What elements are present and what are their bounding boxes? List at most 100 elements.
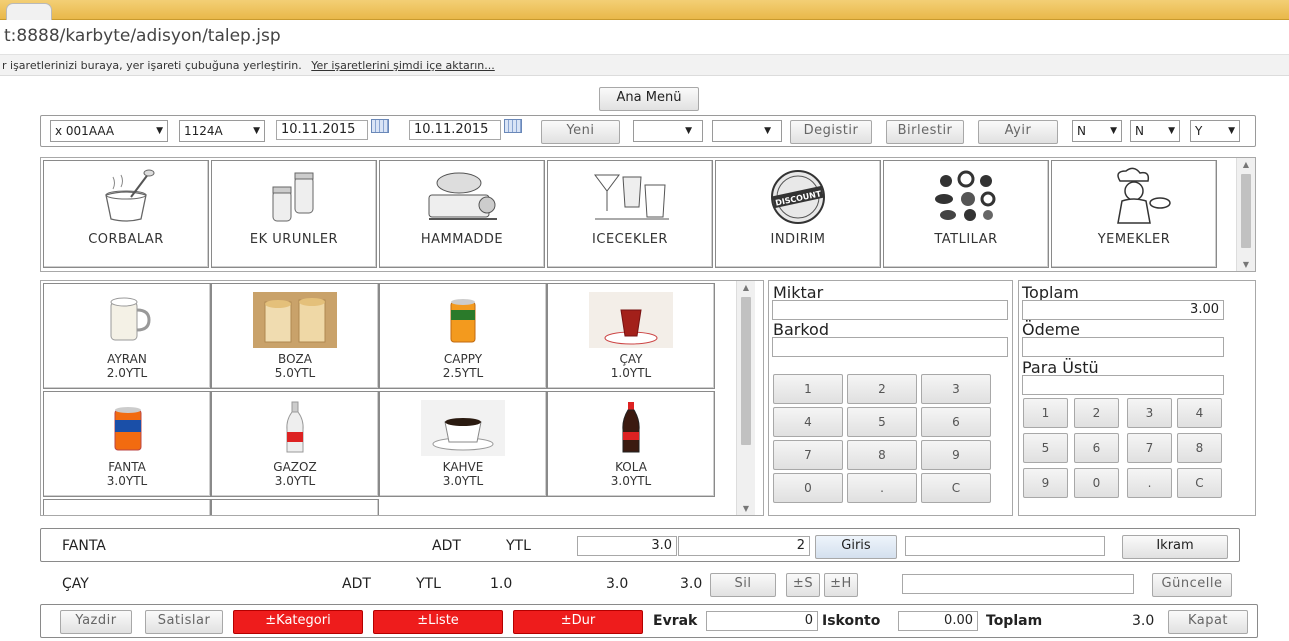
keypad-key-dot[interactable]: . bbox=[847, 473, 917, 503]
keypad-key-6[interactable]: 6 bbox=[921, 407, 991, 437]
keypad-key-1[interactable]: 1 bbox=[773, 374, 843, 404]
stop-toggle-button[interactable]: ±Dur bbox=[513, 610, 643, 634]
product-tile[interactable]: KOLA 3.0YTL bbox=[547, 391, 715, 497]
scroll-down-icon[interactable]: ▼ bbox=[737, 504, 755, 513]
order-note-input[interactable] bbox=[902, 574, 1134, 594]
product-tile[interactable]: AYRAN 2.0YTL bbox=[43, 283, 211, 389]
product-name: BOZA bbox=[278, 352, 312, 366]
juice-can-icon bbox=[450, 299, 476, 343]
product-tile[interactable]: BOZA 5.0YTL bbox=[211, 283, 379, 389]
option-select-b[interactable]: ▼ bbox=[712, 120, 782, 142]
category-toggle-button[interactable]: ±Kategori bbox=[233, 610, 363, 634]
merge-button[interactable]: Birlestir bbox=[886, 120, 964, 144]
entry-note-input[interactable] bbox=[905, 536, 1105, 556]
keypad-key-5[interactable]: 5 bbox=[847, 407, 917, 437]
payment-input[interactable] bbox=[1022, 337, 1224, 357]
pay-key-1[interactable]: 1 bbox=[1023, 398, 1068, 428]
barcode-input[interactable] bbox=[772, 337, 1008, 357]
product-price: 2.0YTL bbox=[106, 366, 148, 380]
category-icecekler[interactable]: ICECEKLER bbox=[547, 160, 713, 268]
pay-key-9[interactable]: 9 bbox=[1023, 468, 1068, 498]
pay-key-dot[interactable]: . bbox=[1127, 468, 1172, 498]
entry-qty-input[interactable]: 2 bbox=[678, 536, 810, 556]
footer-total-value: 3.0 bbox=[1132, 613, 1155, 629]
list-toggle-button[interactable]: ±Liste bbox=[373, 610, 503, 634]
keypad-key-2[interactable]: 2 bbox=[847, 374, 917, 404]
category-tatlilar[interactable]: TATLILAR bbox=[883, 160, 1049, 268]
pay-key-0[interactable]: 0 bbox=[1074, 468, 1119, 498]
pay-key-7[interactable]: 7 bbox=[1127, 433, 1172, 463]
doc-input[interactable]: 0 bbox=[706, 611, 818, 631]
product-tile[interactable]: CAPPY 2.5YTL bbox=[379, 283, 547, 389]
total-input[interactable]: 3.00 bbox=[1022, 300, 1224, 320]
pay-key-4[interactable]: 4 bbox=[1177, 398, 1222, 428]
keypad-key-clear[interactable]: C bbox=[921, 473, 991, 503]
category-corbalar[interactable]: CORBALAR bbox=[43, 160, 209, 268]
keypad-key-9[interactable]: 9 bbox=[921, 440, 991, 470]
calendar-icon[interactable] bbox=[504, 119, 522, 133]
keypad-key-7[interactable]: 7 bbox=[773, 440, 843, 470]
product-scrollbar[interactable]: ▲ ▼ bbox=[736, 281, 755, 515]
change-button[interactable]: Degistir bbox=[790, 120, 872, 144]
quantity-input[interactable] bbox=[772, 300, 1008, 320]
product-tile[interactable]: GAZOZ 3.0YTL bbox=[211, 391, 379, 497]
treat-button[interactable]: Ikram bbox=[1122, 535, 1228, 559]
pay-key-3[interactable]: 3 bbox=[1127, 398, 1172, 428]
scroll-down-icon[interactable]: ▼ bbox=[1237, 260, 1255, 269]
product-tile[interactable]: ÇAY 1.0YTL bbox=[547, 283, 715, 389]
browser-tab[interactable] bbox=[6, 3, 52, 20]
date-from-input[interactable]: 10.11.2015 bbox=[276, 120, 368, 140]
main-menu-button[interactable]: Ana Menü bbox=[599, 87, 699, 111]
discount-input[interactable]: 0.00 bbox=[898, 611, 978, 631]
h-toggle-button[interactable]: ±H bbox=[824, 573, 858, 597]
pay-key-5[interactable]: 5 bbox=[1023, 433, 1068, 463]
table-select[interactable]: x 001AAA ▼ bbox=[50, 120, 168, 142]
code-select[interactable]: 1124A ▼ bbox=[179, 120, 265, 142]
pay-key-8[interactable]: 8 bbox=[1177, 433, 1222, 463]
order-unit-price: 1.0 bbox=[490, 576, 513, 592]
sales-button[interactable]: Satislar bbox=[145, 610, 223, 634]
s-toggle-button[interactable]: ±S bbox=[786, 573, 820, 597]
print-button[interactable]: Yazdir bbox=[60, 610, 132, 634]
scroll-thumb[interactable] bbox=[1241, 174, 1251, 248]
scroll-up-icon[interactable]: ▲ bbox=[737, 283, 755, 292]
new-button[interactable]: Yeni bbox=[541, 120, 620, 144]
calendar-icon[interactable] bbox=[371, 119, 389, 133]
update-button[interactable]: Güncelle bbox=[1152, 573, 1232, 597]
entry-price-input[interactable]: 3.0 bbox=[577, 536, 677, 556]
scroll-thumb[interactable] bbox=[741, 297, 751, 445]
scroll-up-icon[interactable]: ▲ bbox=[1237, 160, 1255, 169]
split-button[interactable]: Ayir bbox=[978, 120, 1058, 144]
category-hammadde[interactable]: HAMMADDE bbox=[379, 160, 545, 268]
pay-key-clear[interactable]: C bbox=[1177, 468, 1222, 498]
product-tile[interactable] bbox=[211, 499, 379, 515]
category-label: TATLILAR bbox=[934, 232, 998, 247]
enter-button[interactable]: Giris bbox=[815, 535, 897, 559]
change-input[interactable] bbox=[1022, 375, 1224, 395]
category-yemekler[interactable]: YEMEKLER bbox=[1051, 160, 1217, 268]
address-bar[interactable]: t:8888/karbyte/adisyon/talep.jsp bbox=[0, 22, 1289, 54]
product-tile[interactable]: FANTA 3.0YTL bbox=[43, 391, 211, 497]
flag-select-3[interactable]: Y ▼ bbox=[1190, 120, 1240, 142]
keypad-key-0[interactable]: 0 bbox=[773, 473, 843, 503]
keypad-key-4[interactable]: 4 bbox=[773, 407, 843, 437]
grinder-icon bbox=[428, 172, 497, 220]
delete-button[interactable]: Sil bbox=[710, 573, 776, 597]
flag-select-1[interactable]: N ▼ bbox=[1072, 120, 1122, 142]
chevron-down-icon: ▼ bbox=[253, 126, 260, 136]
import-bookmarks-link[interactable]: Yer işaretlerini şimdi içe aktarın... bbox=[311, 59, 494, 72]
product-tile[interactable]: KAHVE 3.0YTL bbox=[379, 391, 547, 497]
keypad-key-3[interactable]: 3 bbox=[921, 374, 991, 404]
option-select-a[interactable]: ▼ bbox=[633, 120, 703, 142]
flag-select-2[interactable]: N ▼ bbox=[1130, 120, 1180, 142]
category-indirim[interactable]: DISCOUNT INDIRIM bbox=[715, 160, 881, 268]
product-tile[interactable] bbox=[43, 499, 211, 515]
close-button[interactable]: Kapat bbox=[1168, 610, 1248, 634]
boza-glass-icon bbox=[253, 292, 337, 348]
category-scrollbar[interactable]: ▲ ▼ bbox=[1236, 158, 1255, 271]
pay-key-2[interactable]: 2 bbox=[1074, 398, 1119, 428]
keypad-key-8[interactable]: 8 bbox=[847, 440, 917, 470]
pay-key-6[interactable]: 6 bbox=[1074, 433, 1119, 463]
date-to-input[interactable]: 10.11.2015 bbox=[409, 120, 501, 140]
category-ek-urunler[interactable]: EK URUNLER bbox=[211, 160, 377, 268]
